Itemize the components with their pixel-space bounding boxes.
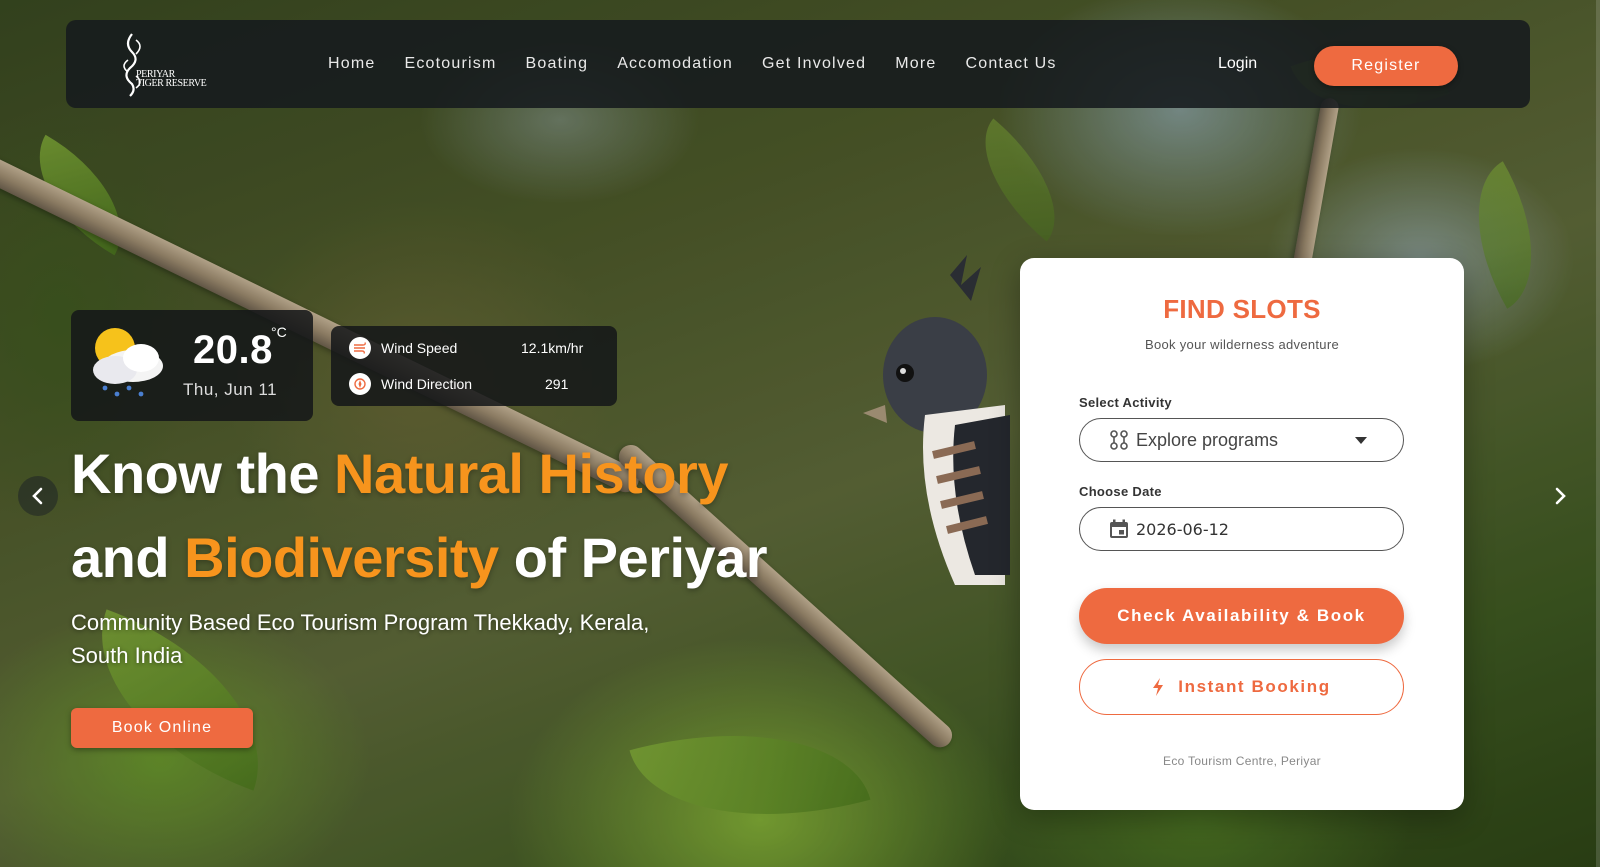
wind-direction-label: Wind Direction (381, 376, 473, 392)
hero-headline: Know the Natural History and Biodiversit… (71, 432, 851, 600)
nav-item-boating[interactable]: Boating (526, 55, 589, 73)
wind-icon (349, 337, 371, 359)
booking-subtitle: Book your wilderness adventure (1145, 337, 1339, 352)
nav-item-home[interactable]: Home (328, 55, 375, 73)
lightning-icon (1152, 678, 1164, 696)
wind-card: Wind Speed 12.1km/hr Wind Direction 291 (331, 326, 617, 406)
register-button[interactable]: Register (1314, 46, 1458, 86)
headline-accent-biodiversity: Biodiversity (184, 526, 499, 589)
login-link[interactable]: Login (1218, 20, 1257, 108)
date-input-value: 2026-06-12 (1136, 519, 1229, 539)
hero-subtitle: Community Based Eco Tourism Program Thek… (71, 610, 650, 668)
wind-speed-label: Wind Speed (381, 340, 458, 356)
wind-direction-row: Wind Direction 291 (349, 372, 599, 396)
calendar-icon (1108, 518, 1130, 540)
chevron-right-icon (1555, 487, 1566, 505)
weather-date: Thu, Jun 11 (183, 380, 278, 399)
check-availability-button[interactable]: Check Availability & Book (1079, 588, 1404, 644)
nav-item-ecotourism[interactable]: Ecotourism (404, 55, 496, 73)
date-label: Choose Date (1079, 484, 1162, 499)
logo-text-line2: TIGER RESERVE (136, 78, 207, 89)
booking-footer: Eco Tourism Centre, Periyar (1163, 754, 1321, 768)
compass-icon (349, 373, 371, 395)
main-navbar: PERIYAR TIGER RESERVE Home Ecotourism Bo… (66, 20, 1530, 108)
date-input[interactable]: 2026-06-12 (1079, 507, 1404, 551)
wind-direction-value: 291 (545, 376, 569, 392)
periyar-logo[interactable]: PERIYAR TIGER RESERVE (114, 30, 224, 98)
chevron-left-icon (32, 487, 43, 505)
booking-card: FIND SLOTS Book your wilderness adventur… (1020, 258, 1464, 810)
temperature-value: 20.8 (193, 328, 273, 372)
carousel-prev-button[interactable] (18, 476, 58, 516)
wind-speed-row: Wind Speed 12.1km/hr (349, 336, 599, 360)
cloud-sun-rain-icon (93, 328, 163, 397)
headline-text: Know the (71, 442, 335, 505)
book-online-button[interactable]: Book Online (71, 708, 253, 748)
nav-item-accomodation[interactable]: Accomodation (617, 55, 733, 73)
logo-text: PERIYAR TIGER RESERVE (136, 70, 207, 89)
instant-booking-label: Instant Booking (1178, 677, 1331, 696)
instant-booking-button[interactable]: Instant Booking (1079, 659, 1404, 715)
activity-label: Select Activity (1079, 395, 1172, 410)
nav-item-more[interactable]: More (895, 55, 936, 73)
headline-text: and (71, 526, 185, 589)
weather-card: 20.8 °C Thu, Jun 11 (71, 310, 313, 421)
page-scrollbar[interactable] (1596, 0, 1600, 867)
carousel-next-button[interactable] (1540, 476, 1580, 516)
booking-title: FIND SLOTS (1163, 294, 1321, 324)
nav-item-get-involved[interactable]: Get Involved (762, 55, 866, 73)
headline-accent-natural-history: Natural History (334, 442, 728, 505)
crested-bird-image (863, 255, 1010, 585)
nav-item-contact-us[interactable]: Contact Us (965, 55, 1056, 73)
wind-speed-value: 12.1km/hr (521, 340, 584, 356)
temperature-unit: °C (271, 324, 287, 340)
headline-text: of Periyar (498, 526, 768, 589)
nav-links: Home Ecotourism Boating Accomodation Get… (328, 20, 1086, 108)
caret-down-icon (1355, 437, 1367, 444)
activity-select-value: Explore programs (1136, 429, 1279, 450)
programs-icon (1108, 429, 1130, 451)
activity-select[interactable]: Explore programs (1079, 418, 1404, 462)
